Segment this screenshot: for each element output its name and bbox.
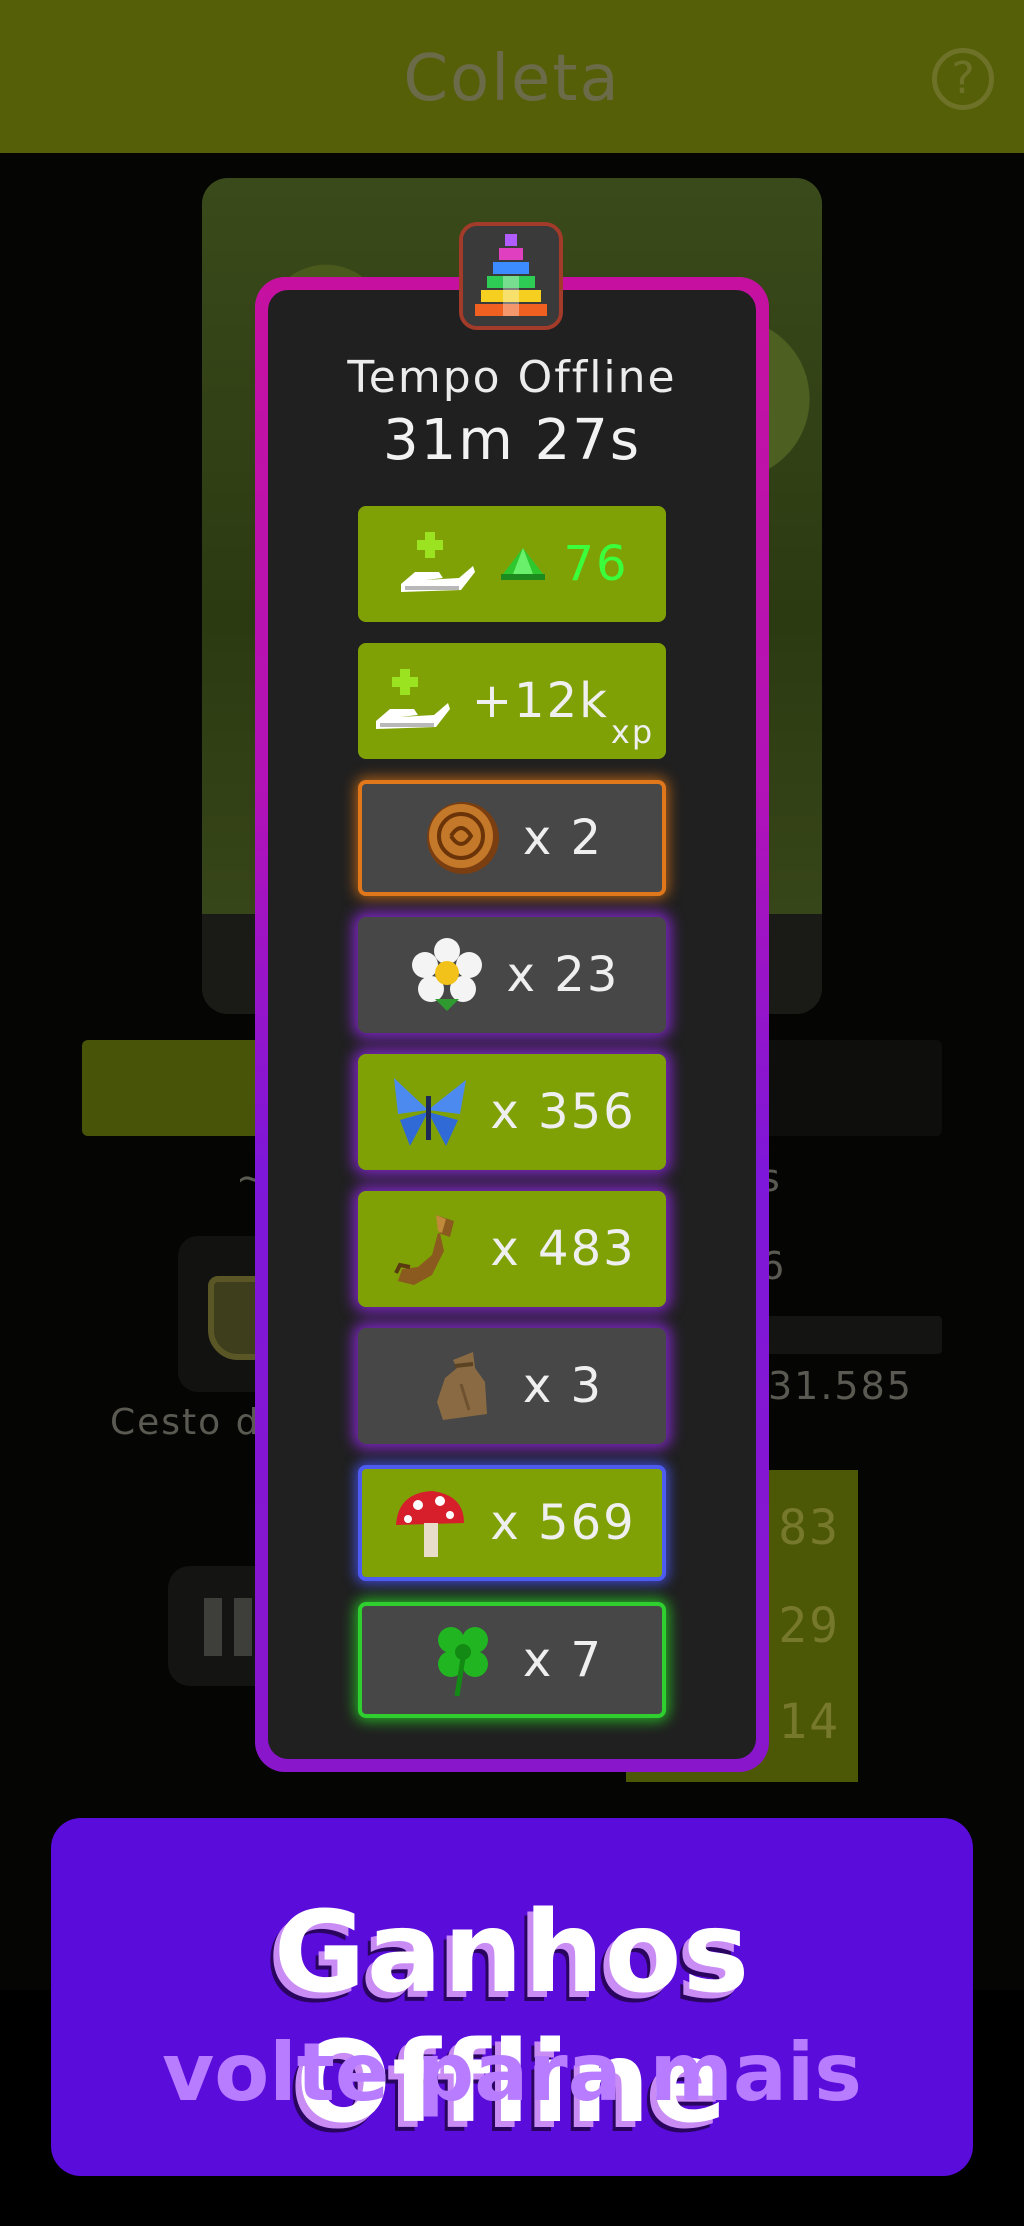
promo-banner: Ganhos Offline volte para mais [51, 1818, 973, 2176]
xp-amount: +12k [471, 673, 609, 729]
reward-sack: x 3 [358, 1328, 666, 1444]
gem-amount: 76 [563, 536, 629, 592]
hand-gem-icon [395, 522, 479, 606]
butterfly-icon [388, 1070, 472, 1154]
hand-plus-icon [370, 659, 454, 743]
butterfly-amount: x 356 [490, 1084, 636, 1140]
stats-number: 83 [778, 1500, 840, 1556]
daisy-amount: x 23 [506, 947, 620, 1003]
reward-daisy: x 23 [358, 917, 666, 1033]
reward-xp: +12k xp [358, 643, 666, 759]
progress-strip [760, 1316, 942, 1354]
stats-number: 14 [778, 1694, 840, 1750]
mushroom-icon [388, 1481, 472, 1565]
pause-icon [234, 1598, 252, 1656]
coin-icon [421, 796, 505, 880]
promo-subtitle: volte para mais [162, 2026, 862, 2119]
root-icon [388, 1207, 472, 1291]
sack-icon [421, 1344, 505, 1428]
pause-icon [204, 1598, 222, 1656]
stats-number: 29 [778, 1598, 840, 1654]
help-icon[interactable]: ? [932, 48, 994, 110]
reward-clover: x 7 [358, 1602, 666, 1718]
reward-gems: 76 [358, 506, 666, 622]
root-amount: x 483 [490, 1221, 636, 1277]
coin-amount: x 2 [522, 810, 604, 866]
reward-mushroom: x 569 [358, 1465, 666, 1581]
reward-butterfly: x 356 [358, 1054, 666, 1170]
page-title: Coleta [403, 42, 621, 116]
modal-title: Tempo Offline [347, 352, 677, 403]
sack-amount: x 3 [522, 1358, 604, 1414]
rainbow-pyramid-icon [459, 222, 563, 330]
basket-label: Cesto d [110, 1402, 261, 1443]
total-value: 31.585 [768, 1364, 913, 1408]
reward-coin: x 2 [358, 780, 666, 896]
daisy-icon [405, 933, 489, 1017]
clover-icon [421, 1618, 505, 1702]
top-bar: Coleta ? [0, 0, 1024, 153]
green-gem-icon [497, 538, 549, 590]
clover-amount: x 7 [522, 1632, 604, 1688]
reward-root: x 483 [358, 1191, 666, 1307]
xp-suffix: xp [610, 713, 655, 751]
offline-time: 31m 27s [382, 408, 642, 473]
mushroom-amount: x 569 [490, 1495, 636, 1551]
